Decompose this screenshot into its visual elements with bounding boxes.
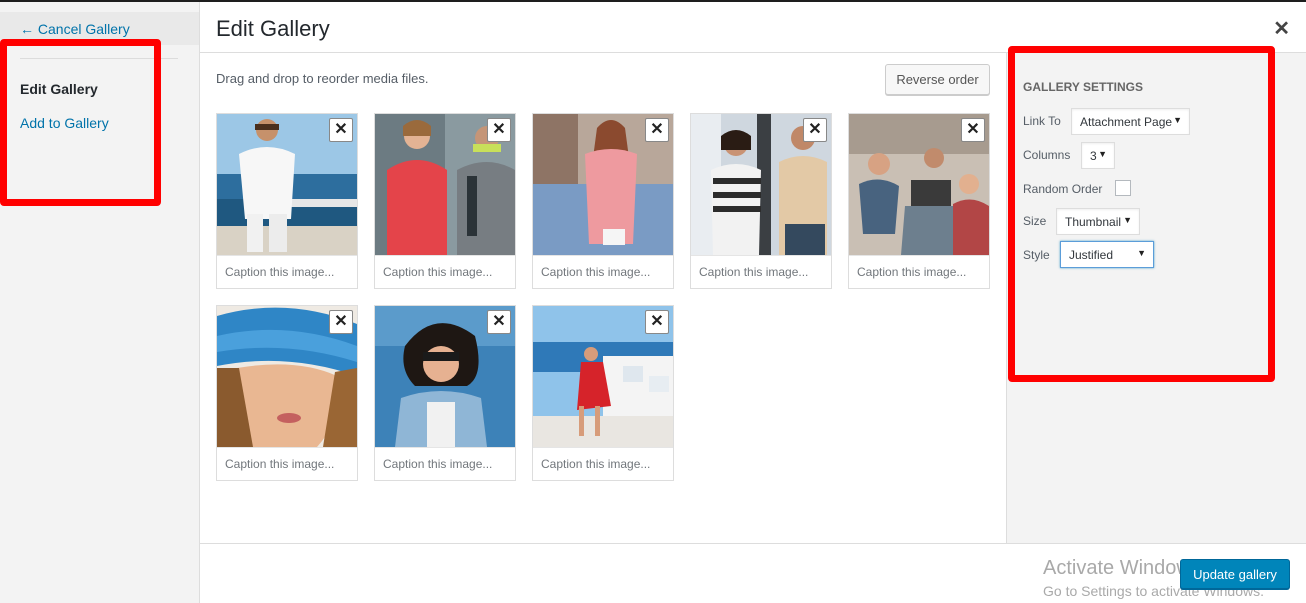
caption-field[interactable]: Caption this image...: [849, 255, 989, 288]
gallery-attachment[interactable]: ✕ Caption this image...: [690, 113, 832, 289]
caption-field[interactable]: Caption this image...: [691, 255, 831, 288]
remove-icon[interactable]: ✕: [645, 310, 669, 334]
update-gallery-button[interactable]: Update gallery: [1180, 559, 1290, 589]
remove-icon[interactable]: ✕: [645, 118, 669, 142]
reverse-order-button[interactable]: Reverse order: [885, 64, 990, 95]
gallery-attachment[interactable]: ✕ Caption this image...: [216, 305, 358, 481]
gallery-attachment[interactable]: ✕ Caption this image...: [374, 305, 516, 481]
page-title: Edit Gallery: [216, 16, 330, 41]
caption-field[interactable]: Caption this image...: [533, 447, 673, 480]
gallery-attachment[interactable]: ✕ Caption this image...: [532, 305, 674, 481]
remove-icon[interactable]: ✕: [329, 118, 353, 142]
instructions-text: Drag and drop to reorder media files.: [216, 71, 429, 86]
caption-field[interactable]: Caption this image...: [217, 447, 357, 480]
gallery-attachment[interactable]: ✕ Caption this image...: [532, 113, 674, 289]
gallery-attachment[interactable]: ✕ Caption this image...: [848, 113, 990, 289]
annotation-box-left: [0, 39, 161, 206]
remove-icon[interactable]: ✕: [487, 310, 511, 334]
remove-icon[interactable]: ✕: [803, 118, 827, 142]
close-icon[interactable]: ✕: [1273, 16, 1290, 41]
remove-icon[interactable]: ✕: [487, 118, 511, 142]
annotation-box-settings: [1008, 46, 1275, 382]
caption-field[interactable]: Caption this image...: [375, 447, 515, 480]
gallery-attachment[interactable]: ✕ Caption this image...: [216, 113, 358, 289]
caption-field[interactable]: Caption this image...: [533, 255, 673, 288]
remove-icon[interactable]: ✕: [961, 118, 985, 142]
caption-field[interactable]: Caption this image...: [375, 255, 515, 288]
caption-field[interactable]: Caption this image...: [217, 255, 357, 288]
remove-icon[interactable]: ✕: [329, 310, 353, 334]
gallery-attachment[interactable]: ✕ Caption this image...: [374, 113, 516, 289]
activate-windows-watermark: Activate Windows: [1043, 557, 1201, 579]
